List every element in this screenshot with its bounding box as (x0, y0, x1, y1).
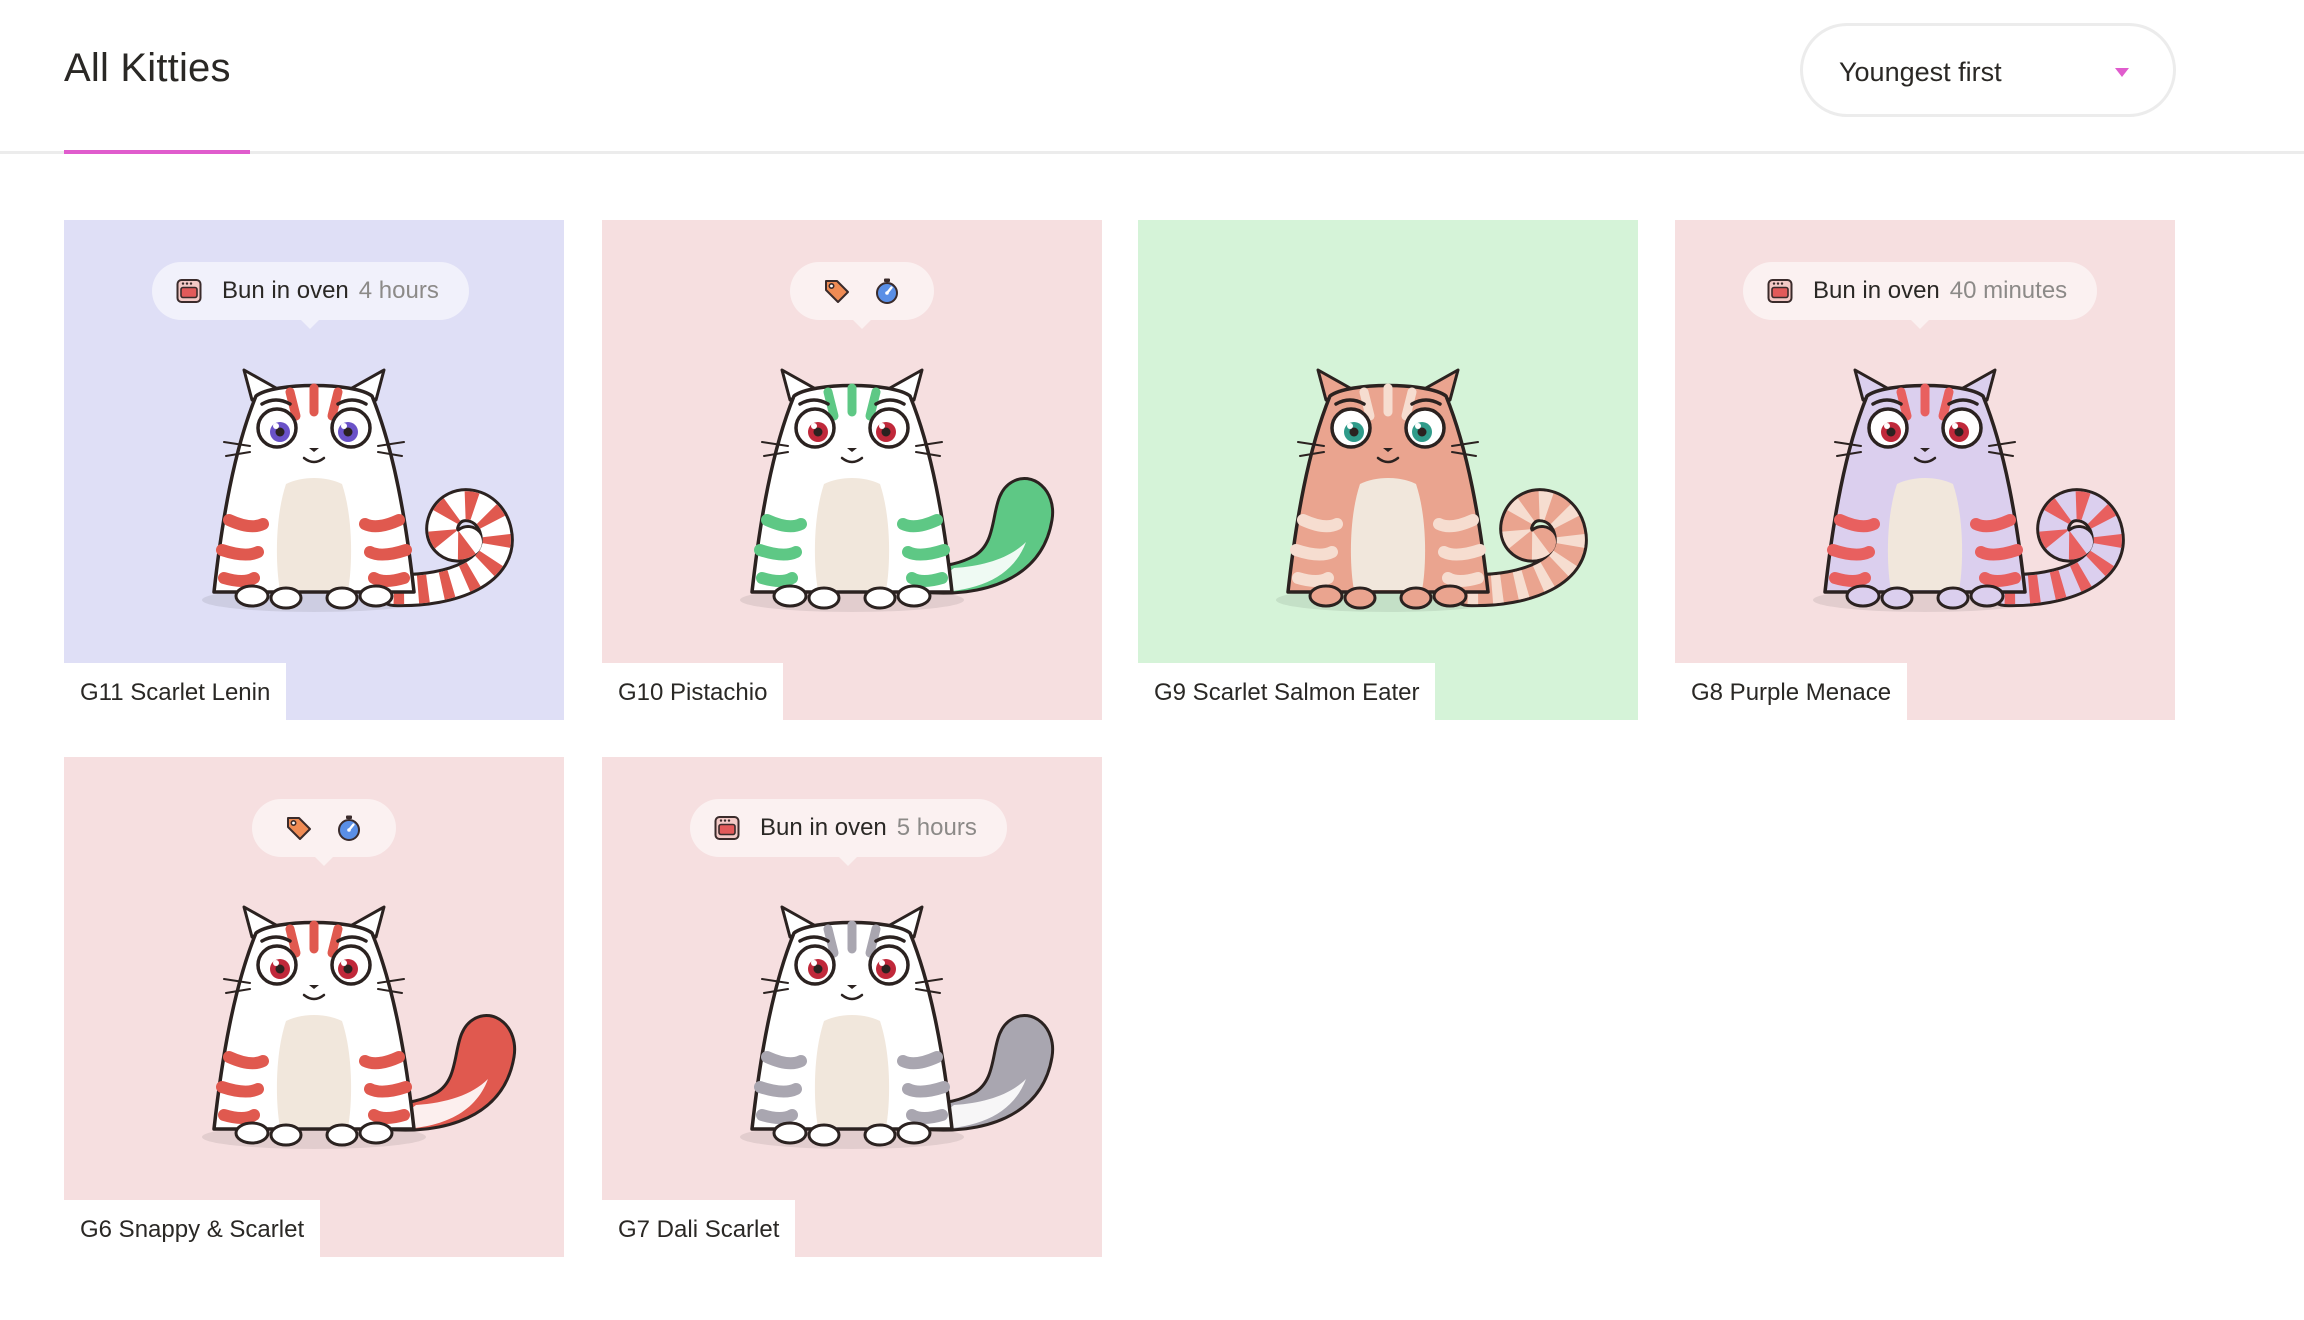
kitty-name[interactable]: G11 Scarlet Lenin (64, 663, 287, 720)
page-header: All Kitties Youngest first (0, 0, 2304, 154)
page-title: All Kitties (64, 46, 231, 90)
stopwatch-icon (873, 277, 901, 305)
chevron-down-icon (2115, 68, 2129, 77)
price-tag-icon (823, 277, 851, 305)
kitty-card[interactable]: Bun in oven 40 minutes G8 Purple Menace (1675, 220, 2175, 720)
sort-selected-label: Youngest first (1839, 57, 2002, 87)
kitty-name[interactable]: G10 Pistachio (602, 663, 784, 720)
kitty-image (1138, 220, 1638, 720)
sort-dropdown[interactable]: Youngest first (1800, 23, 2176, 117)
status-label: Bun in oven (222, 277, 349, 304)
kitty-name[interactable]: G7 Dali Scarlet (602, 1200, 796, 1257)
status-bubble (252, 799, 396, 866)
oven-icon (1767, 278, 1793, 304)
status-bubble: Bun in oven 5 hours (690, 799, 1007, 866)
price-tag-icon (285, 814, 313, 842)
kitty-card[interactable]: G9 Scarlet Salmon Eater (1138, 220, 1638, 720)
status-label: Bun in oven (1813, 277, 1940, 304)
status-bubble (790, 262, 934, 329)
oven-icon (176, 278, 202, 304)
status-label: Bun in oven (760, 814, 887, 841)
status-bubble: Bun in oven 4 hours (152, 262, 469, 329)
kitty-card[interactable]: G10 Pistachio (602, 220, 1102, 720)
stopwatch-icon (335, 814, 363, 842)
active-tab-indicator (64, 150, 250, 154)
kitty-name[interactable]: G8 Purple Menace (1675, 663, 1908, 720)
status-time: 5 hours (896, 814, 977, 841)
kitty-name[interactable]: G6 Snappy & Scarlet (64, 1200, 321, 1257)
kitty-card[interactable]: G6 Snappy & Scarlet (64, 757, 564, 1257)
oven-icon (714, 815, 740, 841)
kitty-card[interactable]: Bun in oven 5 hours G7 Dali Scarlet (602, 757, 1102, 1257)
kitty-card[interactable]: Bun in oven 4 hours G11 Scarlet Lenin (64, 220, 564, 720)
kitty-name[interactable]: G9 Scarlet Salmon Eater (1138, 663, 1436, 720)
status-time: 40 minutes (1949, 277, 2068, 304)
status-bubble: Bun in oven 40 minutes (1743, 262, 2098, 329)
status-time: 4 hours (358, 277, 439, 304)
